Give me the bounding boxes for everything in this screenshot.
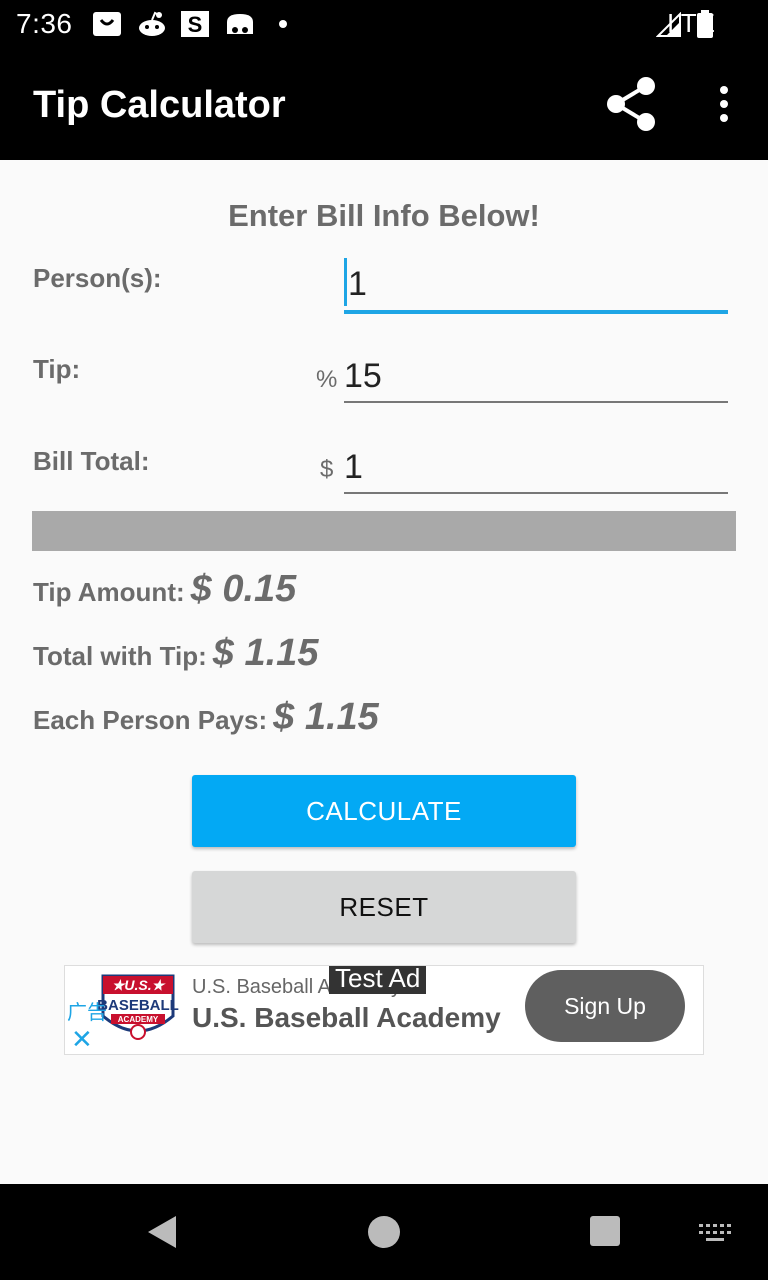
persons-input-underline (344, 310, 728, 314)
bag-icon (93, 12, 121, 36)
app-bar: Tip Calculator (0, 48, 768, 160)
persons-input[interactable]: 1 (344, 264, 728, 304)
tip-amount-label: Tip Amount: (33, 577, 185, 607)
more-vert-icon[interactable] (704, 72, 744, 136)
tip-input[interactable]: 15 (344, 356, 728, 396)
svg-text:BASEBALL: BASEBALL (97, 997, 179, 1014)
back-icon[interactable] (144, 1214, 180, 1250)
test-ad-badge: Test Ad (329, 966, 427, 994)
signal-icon (656, 12, 681, 37)
s-icon: S (181, 11, 209, 37)
ad-sign-up-button[interactable]: Sign Up (525, 970, 685, 1042)
status-time: 7:36 (16, 8, 73, 39)
ad-banner[interactable]: ★U.S.★ BASEBALL ACADEMY 广告 ✕ U.S. Baseba… (64, 965, 704, 1055)
persons-label: Person(s): (33, 263, 162, 293)
ad-close-icon[interactable]: ✕ (71, 1026, 93, 1052)
tip-input-underline (344, 401, 728, 403)
bill-total-input-underline (344, 492, 728, 494)
total-with-tip-value: $ 1.15 (212, 632, 319, 674)
svg-text:S: S (188, 12, 203, 37)
text-cursor (344, 258, 347, 306)
bill-total-input[interactable]: 1 (344, 447, 728, 487)
tip-amount-value: $ 0.15 (190, 568, 297, 610)
form-heading: Enter Bill Info Below! (228, 198, 540, 233)
bill-total-label: Bill Total: (33, 446, 150, 476)
tip-label: Tip: (33, 354, 81, 384)
baseball-academy-logo: ★U.S.★ BASEBALL ACADEMY (97, 974, 179, 1040)
app-title: Tip Calculator (33, 84, 286, 126)
divider-bar (32, 511, 736, 551)
calculate-button[interactable]: CALCULATE (192, 775, 576, 847)
share-icon[interactable] (600, 72, 664, 136)
total-with-tip-label: Total with Tip: (33, 641, 207, 671)
ad-title[interactable]: U.S. Baseball Academy (192, 1002, 501, 1034)
svg-text:★U.S.★: ★U.S.★ (112, 977, 167, 993)
keyboard-icon[interactable] (698, 1222, 732, 1244)
each-person-label: Each Person Pays: (33, 705, 268, 735)
bill-dollar-prefix: $ (320, 456, 334, 483)
total-with-tip-row: Total with Tip: $ 1.15 (33, 632, 318, 675)
reddit-icon (139, 11, 165, 36)
svg-text:ACADEMY: ACADEMY (118, 1015, 159, 1024)
reset-button[interactable]: RESET (192, 871, 576, 943)
status-bar: 7:36 S LTE (0, 0, 768, 48)
home-icon[interactable] (368, 1216, 400, 1248)
recents-icon[interactable] (590, 1216, 620, 1246)
battery-icon (697, 10, 713, 38)
tip-percent-prefix: % (316, 366, 338, 393)
ad-mark: 广告 (67, 1002, 107, 1024)
dot-icon (279, 20, 287, 28)
nav-bar (0, 1184, 768, 1280)
cat-icon (227, 14, 253, 34)
each-person-row: Each Person Pays: $ 1.15 (33, 696, 379, 739)
tip-amount-row: Tip Amount: $ 0.15 (33, 568, 296, 611)
each-person-value: $ 1.15 (273, 696, 379, 738)
